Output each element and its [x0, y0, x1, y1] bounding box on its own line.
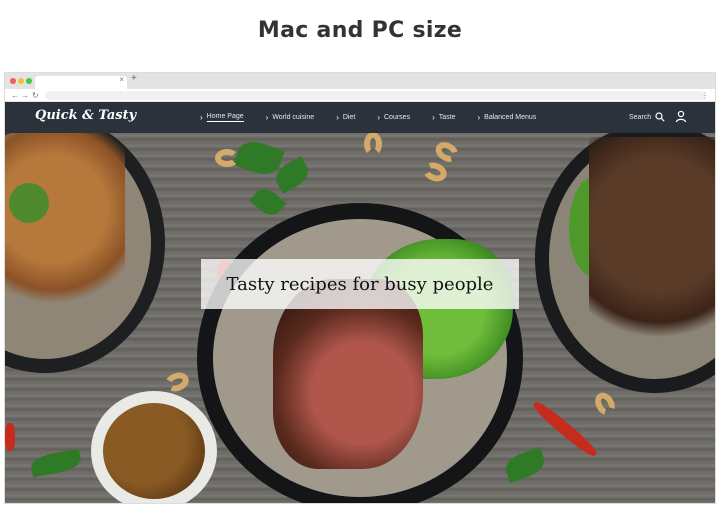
left-dish-food — [5, 133, 125, 323]
cashew — [591, 389, 619, 419]
cashew — [215, 149, 239, 167]
chevron-right-icon: › — [477, 113, 481, 122]
site-navbar: Quick & Tasty › Home Page › World cuisin… — [5, 102, 715, 133]
page-caption: Mac and PC size — [257, 18, 463, 43]
sauce-bowl-image — [91, 391, 217, 503]
chili-pepper — [5, 423, 15, 451]
nav-item-label: Courses — [384, 114, 411, 121]
new-tab-icon[interactable]: + — [131, 73, 137, 84]
nav-item-label: Taste — [438, 114, 456, 121]
cashew — [364, 133, 382, 156]
chevron-right-icon: › — [432, 113, 435, 122]
nav-item-taste[interactable]: › Taste — [432, 113, 455, 122]
site-nav-menu: › Home Page › World cuisine › Diet › Cou… — [200, 102, 558, 133]
browser-window: × + ← → ↻ ⋮ Quick & Tasty › Home Page › … — [4, 72, 716, 504]
window-close-dot[interactable] — [10, 78, 16, 84]
plate-inner — [549, 137, 715, 379]
browser-tab[interactable]: × — [35, 75, 127, 89]
window-minimize-dot[interactable] — [18, 78, 24, 84]
nav-item-home-page[interactable]: › Home Page — [200, 113, 244, 122]
browser-menu-icon[interactable]: ⋮ — [701, 89, 709, 102]
nav-item-courses[interactable]: › Courses — [377, 113, 410, 122]
chevron-right-icon: › — [377, 113, 380, 122]
search-label: Search — [629, 113, 652, 121]
chevron-right-icon: › — [336, 113, 339, 122]
search-icon — [655, 112, 665, 122]
cashew — [162, 369, 192, 395]
center-plate-image — [197, 203, 523, 503]
search-button[interactable]: Search — [629, 112, 665, 122]
back-icon[interactable]: ← — [11, 89, 19, 102]
chevron-right-icon: › — [200, 113, 203, 122]
browser-toolbar: ← → ↻ ⋮ — [5, 89, 715, 102]
window-maximize-dot[interactable] — [26, 78, 32, 84]
cashew — [432, 138, 462, 166]
forward-icon[interactable]: → — [21, 89, 29, 102]
nav-item-diet[interactable]: › Diet — [336, 113, 355, 122]
browser-tabbar: × + — [5, 73, 715, 89]
tab-close-icon[interactable]: × — [119, 75, 124, 84]
hero-headline: Tasty recipes for busy people — [201, 259, 519, 309]
nav-item-label: Home Page — [206, 113, 244, 122]
sauce — [103, 403, 205, 499]
nav-item-world-cuisine[interactable]: › World cuisine — [266, 113, 315, 122]
cashew — [420, 159, 450, 185]
nav-item-label: Diet — [342, 114, 356, 121]
nav-item-label: Balanced Menus — [484, 114, 537, 121]
right-dish-meat — [589, 137, 715, 357]
nav-item-label: World cuisine — [272, 114, 315, 121]
nav-item-balanced-menus[interactable]: › Balanced Menus — [477, 113, 536, 122]
left-dish-herbs — [9, 183, 49, 223]
user-icon[interactable] — [675, 110, 687, 123]
right-plate-image — [535, 133, 715, 393]
chevron-right-icon: › — [265, 113, 269, 122]
herb-leaf — [502, 446, 548, 484]
reload-icon[interactable]: ↻ — [32, 89, 39, 102]
address-bar[interactable] — [45, 91, 705, 100]
site-logo[interactable]: Quick & Tasty — [35, 108, 136, 123]
herb-leaf — [29, 448, 83, 478]
hero-image — [5, 133, 715, 503]
